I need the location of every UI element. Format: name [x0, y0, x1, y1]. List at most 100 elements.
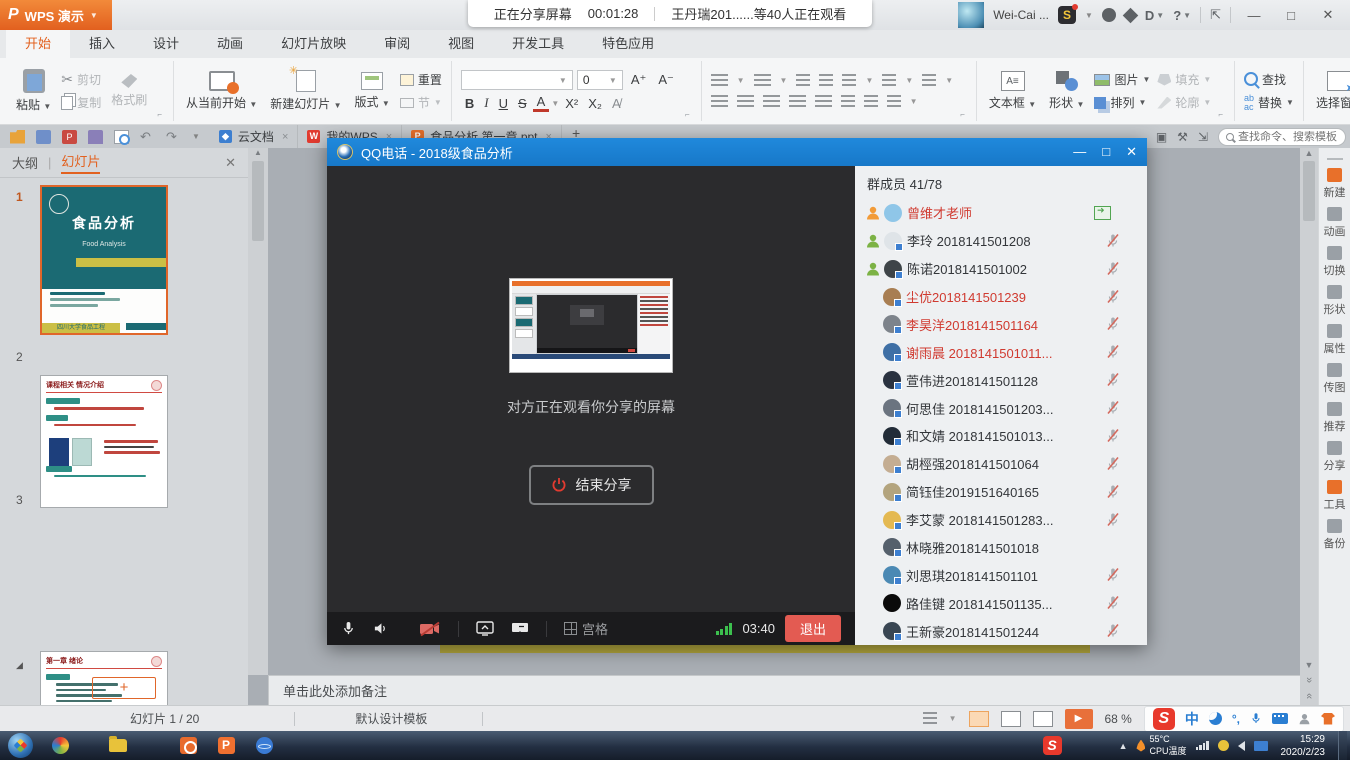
distribute-icon[interactable] — [815, 95, 832, 109]
maximize-button[interactable]: □ — [1277, 8, 1305, 23]
paste-button[interactable]: 粘贴 ▼ — [13, 68, 54, 114]
whiteboard-button[interactable] — [511, 621, 529, 637]
superscript-button[interactable]: X² — [561, 96, 582, 111]
mic-muted-icon[interactable] — [1105, 567, 1121, 583]
upload-window-icon[interactable]: ⇱ — [1210, 7, 1221, 23]
pane-tools[interactable]: 工具 — [1324, 480, 1346, 512]
microphone-button[interactable] — [341, 620, 356, 637]
member-row[interactable]: 路佳键 2018141501135... — [855, 589, 1147, 617]
notes-toggle-icon[interactable] — [923, 712, 937, 726]
network-icon[interactable] — [1196, 741, 1209, 750]
exit-call-button[interactable]: 退出 — [785, 615, 841, 642]
print-preview-icon[interactable] — [114, 130, 129, 144]
tab-slideshow[interactable]: 幻灯片放映 — [262, 30, 365, 58]
mic-muted-icon[interactable] — [1105, 316, 1121, 332]
font-size-select[interactable]: 0▼ — [577, 70, 623, 90]
close-panel-icon[interactable]: ✕ — [225, 155, 236, 171]
save-icon[interactable] — [36, 130, 51, 144]
normal-view-button[interactable] — [969, 711, 989, 727]
ime-account-icon[interactable] — [1298, 712, 1311, 726]
cut-button[interactable]: ✂剪切 — [61, 71, 101, 88]
mic-muted-icon[interactable] — [1105, 289, 1121, 305]
add-slide-button[interactable]: + — [92, 677, 156, 699]
scroll-up-icon[interactable]: ▲ — [1305, 148, 1314, 158]
ime-tray-icon[interactable] — [1254, 741, 1268, 751]
close-button[interactable]: ✕ — [1314, 7, 1342, 23]
member-row[interactable]: 谢雨晨 2018141501011... — [855, 338, 1147, 366]
vip-icon[interactable] — [1125, 10, 1136, 21]
pane-recommend[interactable]: 推荐 — [1324, 402, 1346, 434]
close-tab-icon[interactable]: × — [282, 131, 288, 143]
wps-app-menu[interactable]: P WPS 演示 ▼ — [0, 0, 112, 30]
pane-handle[interactable] — [1327, 158, 1343, 160]
slide-thumbnail-1[interactable]: 食品分析 Food Analysis 四川大学食品工程 — [40, 185, 168, 335]
sogou-logo-icon[interactable]: S — [1153, 708, 1175, 730]
tools-icon[interactable]: ⚒ — [1177, 130, 1188, 144]
reading-view-button[interactable] — [1033, 711, 1053, 727]
slide-panel-scrollbar[interactable]: ▲ — [248, 148, 268, 675]
command-search[interactable] — [1218, 128, 1346, 146]
bold-button[interactable]: B — [461, 96, 478, 111]
help-icon[interactable]: ?▼ — [1173, 8, 1191, 23]
qq-minimize-button[interactable]: — — [1073, 144, 1086, 160]
cpu-temp-widget[interactable]: 55°C CPU温度 — [1136, 734, 1186, 757]
tab-insert[interactable]: 插入 — [70, 30, 134, 58]
mic-muted-icon[interactable] — [1105, 623, 1121, 639]
quick-access-caret-icon[interactable]: ▼ — [192, 132, 200, 141]
member-row[interactable]: 曾维才老师 — [855, 199, 1147, 227]
mic-muted-icon[interactable] — [1105, 233, 1121, 249]
member-row[interactable]: 陈诺2018141501002 — [855, 255, 1147, 283]
export-pdf-icon[interactable]: P — [62, 130, 77, 144]
notes-area[interactable]: 单击此处添加备注 — [268, 675, 1300, 705]
sogou-tray-icon[interactable]: S — [1043, 736, 1062, 755]
align-right-icon[interactable] — [763, 95, 780, 109]
textbox-button[interactable]: A≡ 文本框 ▼ — [986, 70, 1039, 112]
viewing-screen-icon[interactable] — [1094, 206, 1111, 220]
feedback-icon[interactable] — [1102, 8, 1116, 22]
wps-taskbar-icon[interactable]: P — [211, 734, 241, 758]
ime-skin-icon[interactable] — [1321, 713, 1335, 725]
slides-tab[interactable]: 幻灯片 — [61, 151, 100, 174]
account-caret-icon[interactable]: ▼ — [1085, 11, 1093, 20]
collapse-ribbon-icon[interactable]: ⇲ — [1198, 130, 1208, 144]
mic-muted-icon[interactable] — [1105, 484, 1121, 500]
redo-icon[interactable]: ↷ — [166, 130, 181, 144]
outline-tab[interactable]: 大纲 — [12, 153, 38, 172]
member-badge-icon[interactable]: S — [1058, 6, 1076, 24]
member-row[interactable]: 尘优2018141501239 — [855, 283, 1147, 311]
ime-language-toggle[interactable]: 中 — [1185, 709, 1199, 729]
member-row[interactable]: 李艾蒙 2018141501283... — [855, 506, 1147, 534]
line-spacing-icon[interactable] — [841, 95, 855, 109]
strikethrough-button[interactable]: S — [514, 96, 531, 111]
camera-off-button[interactable] — [419, 621, 441, 637]
member-row[interactable]: 李昊洋2018141501164 — [855, 311, 1147, 339]
vertical-scrollbar[interactable]: ▲ ▼ » « — [1300, 148, 1318, 705]
qq-taskbar-icon[interactable] — [173, 734, 203, 758]
pane-backup[interactable]: 备份 — [1324, 519, 1346, 551]
qq-titlebar[interactable]: QQ电话 - 2018级食品分析 — □ ✕ — [327, 138, 1147, 166]
next-slide-icon[interactable]: « — [1303, 693, 1315, 699]
mic-muted-icon[interactable] — [1105, 261, 1121, 277]
notes-caret-icon[interactable]: ▼ — [949, 714, 957, 723]
pane-share[interactable]: 分享 — [1324, 441, 1346, 473]
pane-properties[interactable]: 属性 — [1324, 324, 1346, 356]
share-status-banner[interactable]: 正在分享屏幕 00:01:28 王丹瑞201......等40人正在观看 — [468, 0, 872, 27]
hidden-icons-arrow[interactable]: ▲ — [1119, 741, 1128, 751]
member-row[interactable]: 林晓雅2018141501018 — [855, 534, 1147, 562]
play-from-current-button[interactable]: 从当前开始 ▼ — [183, 70, 260, 112]
skin-icon[interactable]: D▼ — [1145, 8, 1164, 23]
member-row[interactable]: 胡桱强2018141501064 — [855, 450, 1147, 478]
subscript-button[interactable]: X₂ — [584, 96, 606, 111]
para-after-spacing-icon[interactable] — [887, 95, 901, 109]
picture-button[interactable]: 图片 ▼ — [1094, 71, 1150, 88]
previous-slide-icon[interactable]: » — [1303, 677, 1315, 683]
browser-icon[interactable] — [45, 734, 75, 758]
tab-view[interactable]: 视图 — [429, 30, 493, 58]
mic-muted-icon[interactable] — [1105, 344, 1121, 360]
group-expand-icon[interactable]: ⌐ — [685, 110, 692, 121]
scroll-up-icon[interactable]: ▲ — [254, 148, 262, 157]
member-row[interactable]: 王新豪2018141501244 — [855, 617, 1147, 645]
qq-close-button[interactable]: ✕ — [1126, 144, 1137, 160]
char-scale-icon[interactable] — [922, 74, 936, 88]
play-window-icon[interactable]: ▣ — [1156, 130, 1167, 144]
